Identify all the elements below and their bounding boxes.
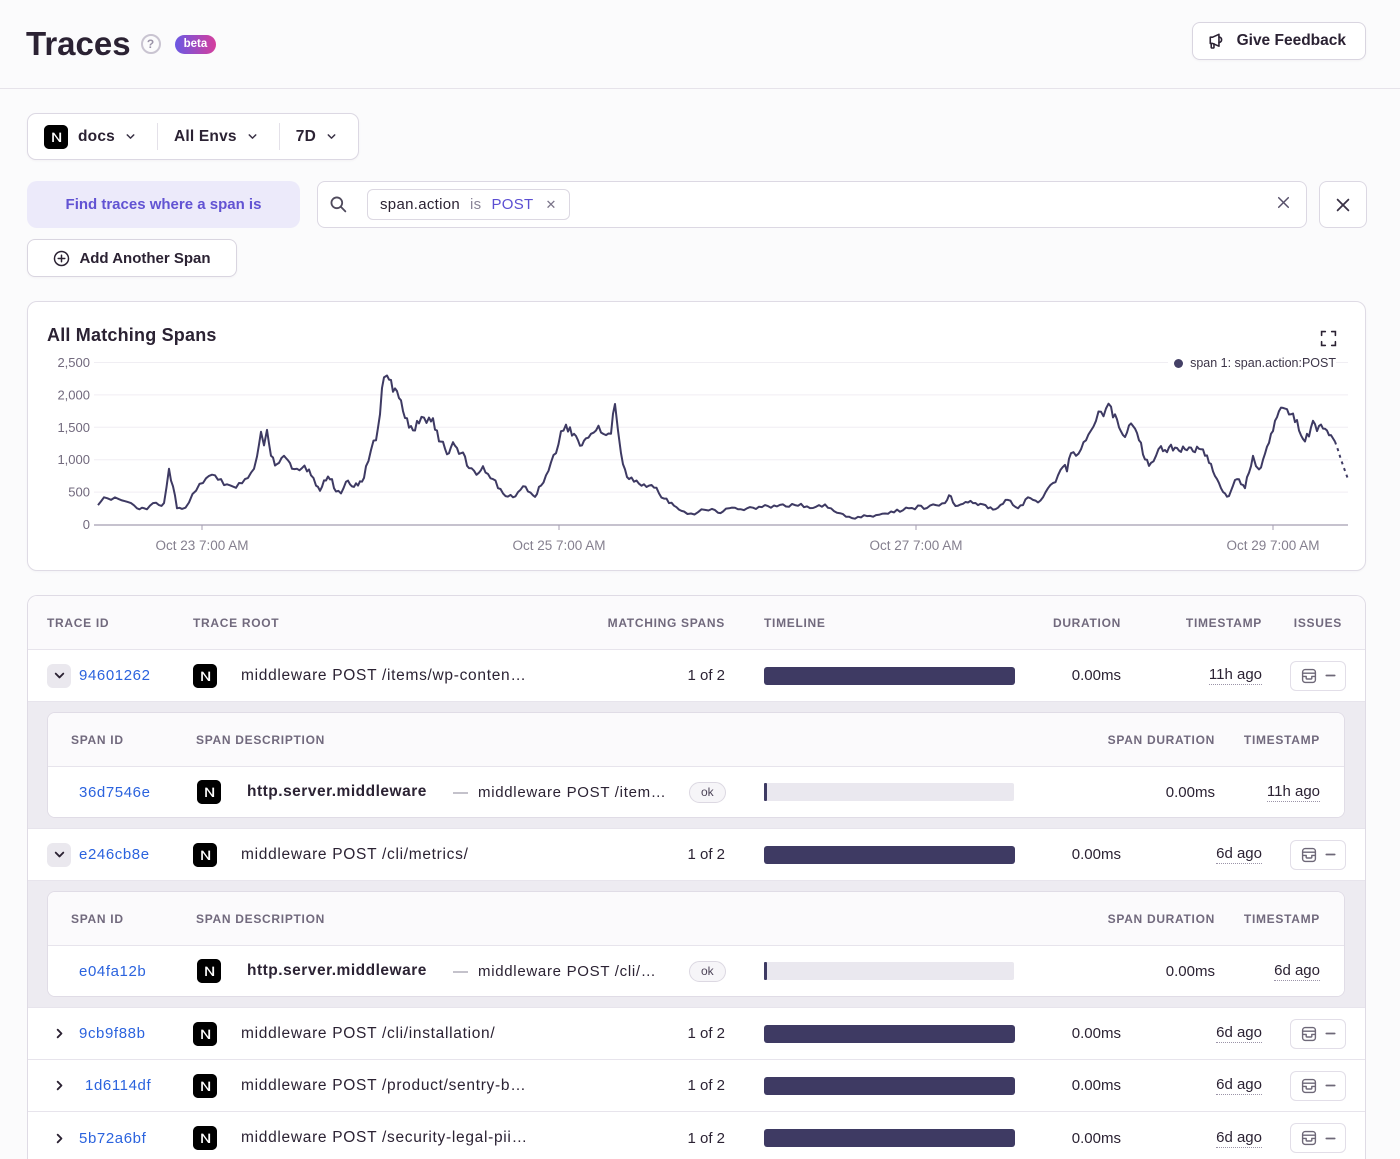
svg-text:1,500: 1,500: [57, 420, 90, 435]
svg-text:500: 500: [68, 485, 90, 500]
svg-text:2,500: 2,500: [57, 355, 90, 370]
svg-text:Oct 23 7:00 AM: Oct 23 7:00 AM: [155, 538, 248, 553]
svg-text:1,000: 1,000: [57, 452, 90, 467]
svg-text:Oct 29 7:00 AM: Oct 29 7:00 AM: [1226, 538, 1319, 553]
svg-text:Oct 27 7:00 AM: Oct 27 7:00 AM: [869, 538, 962, 553]
svg-text:2,000: 2,000: [57, 387, 90, 402]
svg-text:0: 0: [83, 517, 90, 532]
svg-text:Oct 25 7:00 AM: Oct 25 7:00 AM: [512, 538, 605, 553]
